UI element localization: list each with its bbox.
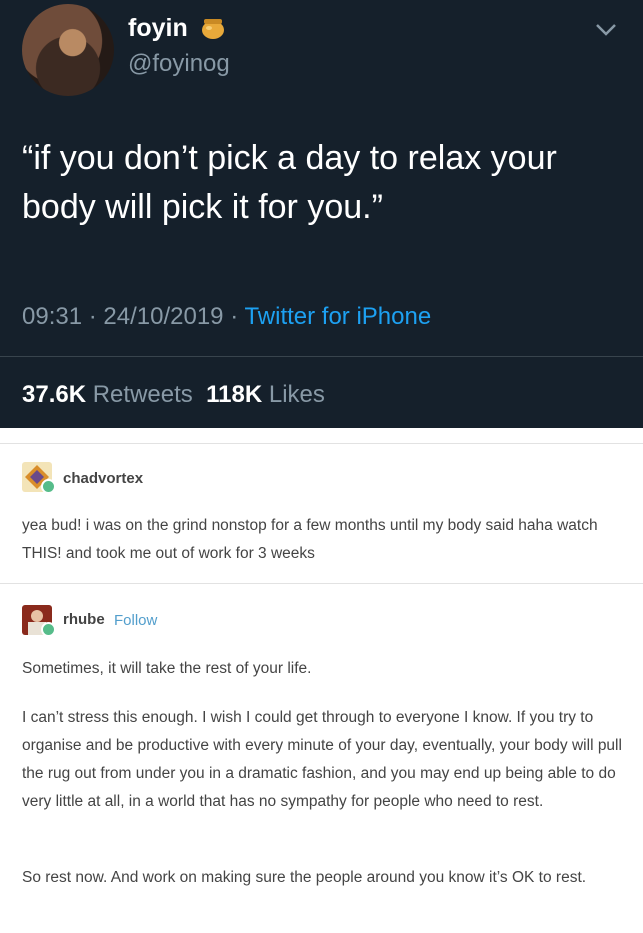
tweet-stats: 37.6K Retweets 118K Likes	[22, 381, 325, 409]
tweet-source-link[interactable]: Twitter for iPhone	[244, 303, 431, 330]
reblog-badge-icon	[41, 479, 56, 494]
tweet-text: “if you don’t pick a day to relax your b…	[22, 139, 557, 226]
retweets-stat[interactable]: 37.6K Retweets	[22, 381, 193, 408]
tweet-date[interactable]: 24/10/2019	[103, 303, 223, 330]
honey-pot-icon	[202, 19, 224, 39]
retweets-label: Retweets	[92, 381, 193, 408]
post-text: Sometimes, it will take the rest of your…	[22, 660, 312, 677]
follow-button[interactable]: Follow	[114, 612, 157, 629]
tweet-card: foyin @foyinog “if you don’t pick a day …	[0, 0, 643, 428]
likes-stat[interactable]: 118K Likes	[206, 381, 325, 408]
username[interactable]: chadvortex	[63, 470, 143, 487]
username[interactable]: rhube	[63, 611, 105, 628]
likes-label: Likes	[268, 381, 325, 408]
display-name[interactable]: foyin	[128, 14, 188, 43]
avatar[interactable]	[22, 462, 56, 494]
chevron-down-icon[interactable]	[594, 22, 618, 38]
avatar[interactable]	[22, 4, 114, 96]
post-text: So rest now. And work on making sure the…	[22, 869, 587, 886]
avatar[interactable]	[22, 605, 56, 637]
divider	[0, 583, 643, 584]
post-text: yea bud! i was on the grind nonstop for …	[22, 517, 598, 562]
divider	[0, 356, 643, 357]
retweets-count: 37.6K	[22, 381, 87, 408]
reblog-badge-icon	[41, 622, 56, 637]
tweet-meta: 09:31 · 24/10/2019 · Twitter for iPhone	[22, 303, 431, 331]
tweet-time[interactable]: 09:31	[22, 303, 82, 330]
meta-separator: ·	[88, 303, 97, 330]
divider	[0, 443, 643, 444]
post-text: I can’t stress this enough. I wish I cou…	[22, 709, 622, 810]
user-handle[interactable]: @foyinog	[128, 50, 230, 78]
meta-separator: ·	[230, 303, 239, 330]
likes-count: 118K	[206, 381, 263, 408]
